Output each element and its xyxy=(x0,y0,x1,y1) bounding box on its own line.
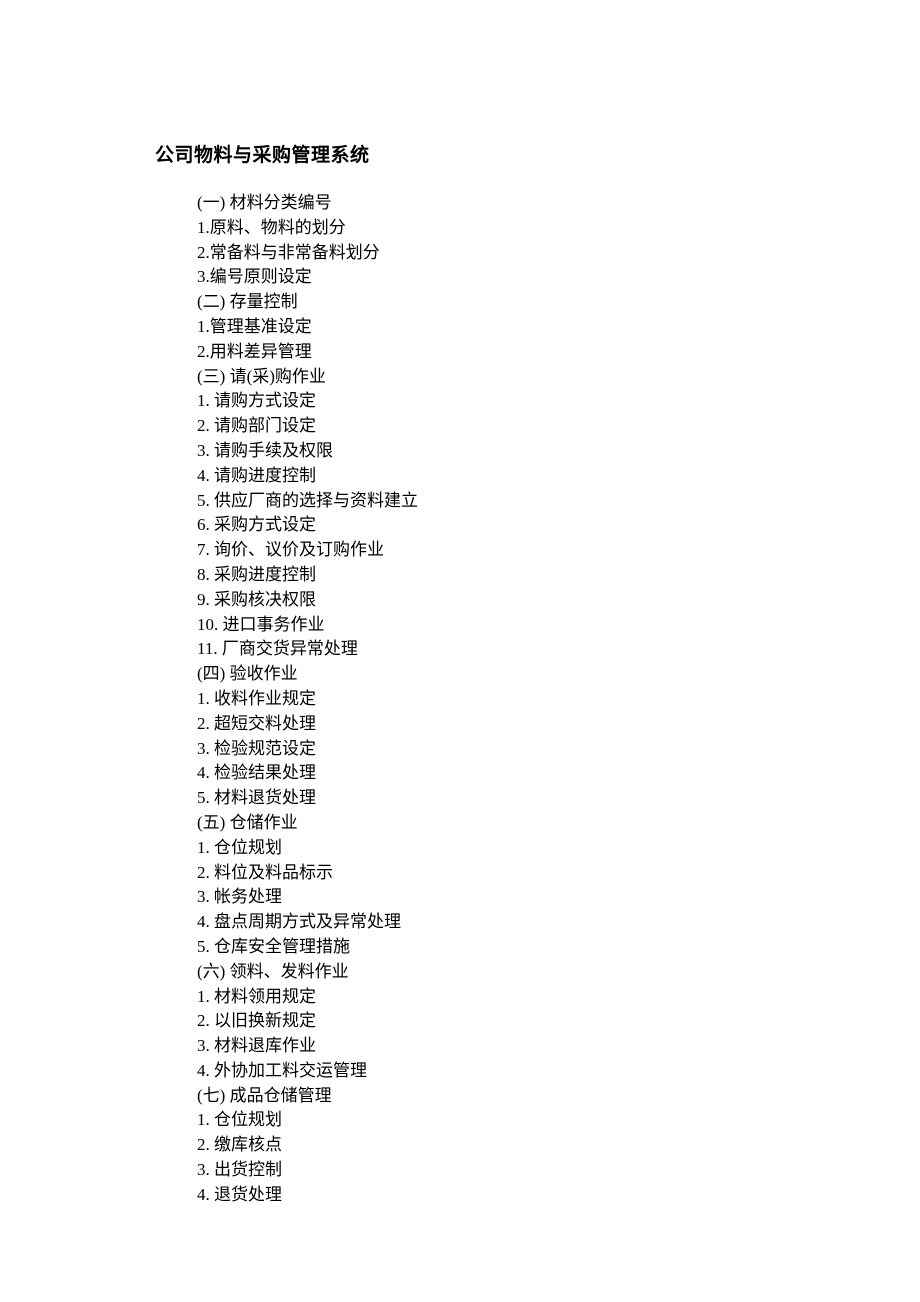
outline-item: (三) 请(采)购作业 xyxy=(197,365,920,390)
outline-item: 4. 盘点周期方式及异常处理 xyxy=(197,910,920,935)
outline-item: 3.编号原则设定 xyxy=(197,265,920,290)
outline-item: 5. 材料退货处理 xyxy=(197,786,920,811)
outline-item: 7. 询价、议价及订购作业 xyxy=(197,538,920,563)
outline-item: 1. 仓位规划 xyxy=(197,1108,920,1133)
outline-item: (四) 验收作业 xyxy=(197,662,920,687)
outline-item: 3. 出货控制 xyxy=(197,1158,920,1183)
outline-item: 8. 采购进度控制 xyxy=(197,563,920,588)
outline-item: 3. 帐务处理 xyxy=(197,885,920,910)
outline-item: 1. 请购方式设定 xyxy=(197,389,920,414)
outline-item: 4. 检验结果处理 xyxy=(197,761,920,786)
outline-item: 1.原料、物料的划分 xyxy=(197,216,920,241)
outline-item: 1. 仓位规划 xyxy=(197,836,920,861)
outline-item: 3. 请购手续及权限 xyxy=(197,439,920,464)
outline-item: 2. 超短交料处理 xyxy=(197,712,920,737)
outline-item: (二) 存量控制 xyxy=(197,290,920,315)
outline-item: 10. 进口事务作业 xyxy=(197,613,920,638)
outline-item: 9. 采购核决权限 xyxy=(197,588,920,613)
document-page: 公司物料与采购管理系统 (一) 材料分类编号 1.原料、物料的划分 2.常备料与… xyxy=(0,0,920,1208)
outline-item: 3. 检验规范设定 xyxy=(197,737,920,762)
outline-item: 5. 供应厂商的选择与资料建立 xyxy=(197,489,920,514)
outline-item: 2. 请购部门设定 xyxy=(197,414,920,439)
outline-item: 5. 仓库安全管理措施 xyxy=(197,935,920,960)
outline-item: (五) 仓储作业 xyxy=(197,811,920,836)
outline-item: 11. 厂商交货异常处理 xyxy=(197,637,920,662)
outline-item: 4. 请购进度控制 xyxy=(197,464,920,489)
outline-item: 4. 外协加工料交运管理 xyxy=(197,1059,920,1084)
outline-item: 1. 收料作业规定 xyxy=(197,687,920,712)
outline-item: 2.常备料与非常备料划分 xyxy=(197,241,920,266)
outline-item: (一) 材料分类编号 xyxy=(197,191,920,216)
outline-item: 2. 以旧换新规定 xyxy=(197,1009,920,1034)
outline-item: (六) 领料、发料作业 xyxy=(197,960,920,985)
document-title: 公司物料与采购管理系统 xyxy=(155,140,920,167)
outline-item: 1. 材料领用规定 xyxy=(197,985,920,1010)
outline-item: 2. 缴库核点 xyxy=(197,1133,920,1158)
outline-item: 2. 料位及料品标示 xyxy=(197,861,920,886)
outline-item: 3. 材料退库作业 xyxy=(197,1034,920,1059)
outline-item: 4. 退货处理 xyxy=(197,1183,920,1208)
outline-item: 1.管理基准设定 xyxy=(197,315,920,340)
document-content: (一) 材料分类编号 1.原料、物料的划分 2.常备料与非常备料划分 3.编号原… xyxy=(155,191,920,1208)
outline-item: 6. 采购方式设定 xyxy=(197,513,920,538)
outline-item: 2.用料差异管理 xyxy=(197,340,920,365)
outline-item: (七) 成品仓储管理 xyxy=(197,1084,920,1109)
